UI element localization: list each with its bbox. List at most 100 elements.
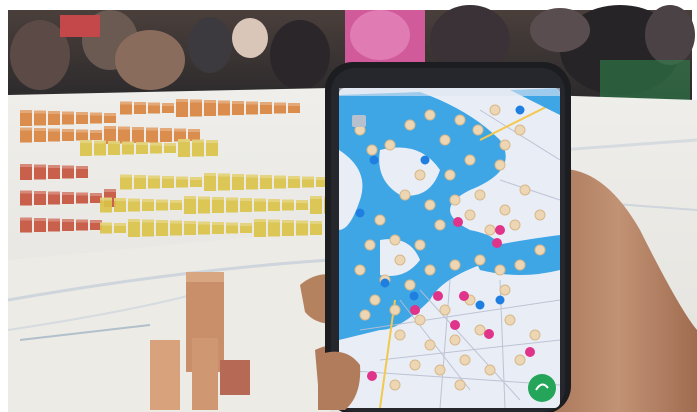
building-block-top — [150, 142, 162, 146]
map-view — [339, 88, 560, 408]
map-pin-beige — [354, 264, 366, 276]
map-pin-beige — [529, 329, 541, 341]
building-block-top — [268, 219, 280, 223]
map-pin-beige — [514, 354, 526, 366]
location-button[interactable] — [528, 374, 556, 402]
building-block-top — [260, 175, 272, 178]
building-block-top — [204, 100, 216, 103]
building-block-top — [184, 221, 196, 224]
map-pin-beige — [366, 144, 378, 156]
map-pin-beige — [499, 204, 511, 216]
building-block-top — [48, 128, 60, 132]
map-pin-beige — [414, 314, 426, 326]
building-block-top — [48, 165, 60, 168]
map-pin-beige — [414, 239, 426, 251]
map-pin-beige — [434, 364, 446, 376]
map-pin-beige — [494, 159, 506, 171]
building-block-top — [34, 128, 46, 131]
map-pin-magenta — [367, 371, 377, 381]
map-pin-beige — [389, 234, 401, 246]
map-pin-beige — [474, 324, 486, 336]
building-block-top — [226, 197, 238, 201]
building-block-top — [142, 219, 154, 223]
building-block-top — [198, 221, 210, 225]
building-block-top — [104, 189, 116, 192]
map-pin-blue — [409, 291, 419, 301]
map-pin-magenta — [495, 225, 505, 235]
map-pin-blue — [369, 155, 379, 165]
building-block-top — [76, 129, 88, 133]
building-block-top — [170, 200, 182, 203]
map-pin-beige — [439, 304, 451, 316]
building-block-top — [206, 140, 218, 143]
building-block-top — [114, 223, 126, 226]
building-block-top — [176, 99, 188, 102]
map-pin-blue — [380, 278, 390, 288]
building-block-top — [254, 198, 266, 202]
building-block-top — [90, 130, 102, 133]
building-block-top — [20, 217, 32, 221]
map-pin-blue — [515, 105, 525, 115]
building-block-top — [190, 177, 202, 180]
map-pin-beige — [364, 239, 376, 251]
building-block-top — [80, 140, 92, 143]
building-block-top — [90, 112, 102, 116]
building-block-top — [212, 197, 224, 200]
building-block-top — [218, 173, 230, 177]
building-block-top — [134, 102, 146, 105]
building-block-top — [274, 175, 286, 179]
map-pin-beige — [449, 194, 461, 206]
building-block-top — [302, 176, 314, 180]
building-block-top — [282, 199, 294, 203]
map-pin-beige — [499, 139, 511, 151]
building-block-top — [76, 192, 88, 196]
building-block-top — [260, 102, 272, 105]
building-block-top — [76, 166, 88, 169]
map-pin-beige — [449, 259, 461, 271]
building-block-top — [178, 139, 190, 142]
map-pin-magenta — [525, 347, 535, 357]
building-block-top — [62, 165, 74, 169]
building-block-top — [34, 110, 46, 114]
map-pin-beige — [369, 294, 381, 306]
building-block-top — [160, 128, 172, 131]
map-pin-beige — [399, 189, 411, 201]
building-block-top — [296, 200, 308, 203]
building-block-top — [170, 220, 182, 224]
building-block-top — [274, 102, 286, 106]
photo-scene — [0, 0, 697, 412]
map-pin-blue — [355, 208, 365, 218]
building-block-top — [114, 198, 126, 201]
map-pin-blue — [475, 300, 485, 310]
building-block-top — [204, 173, 216, 176]
building-block-top — [34, 191, 46, 194]
building-block-top — [134, 175, 146, 178]
building-block-top — [34, 164, 46, 168]
building-block-top — [156, 199, 168, 203]
map-pin-beige — [504, 314, 516, 326]
map-pin-beige — [404, 119, 416, 131]
map-pin-beige — [409, 359, 421, 371]
building-block-top — [62, 219, 74, 222]
building-block-top — [132, 127, 144, 130]
map-pin-beige — [474, 254, 486, 266]
map-pin-beige — [514, 259, 526, 271]
map-pin-beige — [489, 104, 501, 116]
map-pin-beige — [499, 284, 511, 296]
building-block-top — [174, 128, 186, 132]
building-block-top — [232, 101, 244, 104]
building-block-top — [240, 223, 252, 226]
building-block-top — [212, 222, 224, 225]
map-pin-beige — [389, 379, 401, 391]
map-pin-beige — [424, 339, 436, 351]
map-pin-magenta — [484, 329, 494, 339]
building-block-top — [146, 127, 158, 131]
building-block-top — [164, 143, 176, 146]
building-block-top — [268, 199, 280, 202]
status-bar — [339, 88, 560, 96]
building-block-top — [104, 126, 116, 129]
building-block-top — [128, 198, 140, 202]
map-pin-beige — [434, 219, 446, 231]
map-pin-beige — [389, 304, 401, 316]
building-block-top — [48, 191, 60, 195]
